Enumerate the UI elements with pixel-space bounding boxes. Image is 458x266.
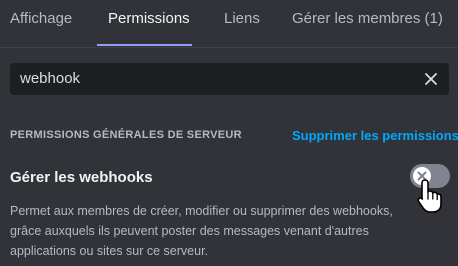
tab-bar: Affichage Permissions Liens Gérer les me… <box>0 0 458 48</box>
tab-gerer-les-membres[interactable]: Gérer les membres (1) <box>292 10 443 27</box>
search-box[interactable]: webhook <box>10 63 449 95</box>
search-input[interactable]: webhook <box>20 70 80 87</box>
tab-permissions[interactable]: Permissions <box>108 10 190 27</box>
hand-pointer-icon <box>417 179 442 213</box>
permission-description: Permet aux membres de créer, modifier ou… <box>10 204 393 258</box>
clear-permissions-link[interactable]: Supprimer les permissions <box>292 128 458 143</box>
active-tab-indicator <box>97 44 192 46</box>
tab-liens[interactable]: Liens <box>224 10 260 27</box>
tab-affichage[interactable]: Affichage <box>10 10 72 27</box>
permission-title: Gérer les webhooks <box>10 169 153 186</box>
close-icon[interactable] <box>421 69 441 89</box>
section-header: PERMISSIONS GÉNÉRALES DE SERVEUR <box>10 129 242 141</box>
